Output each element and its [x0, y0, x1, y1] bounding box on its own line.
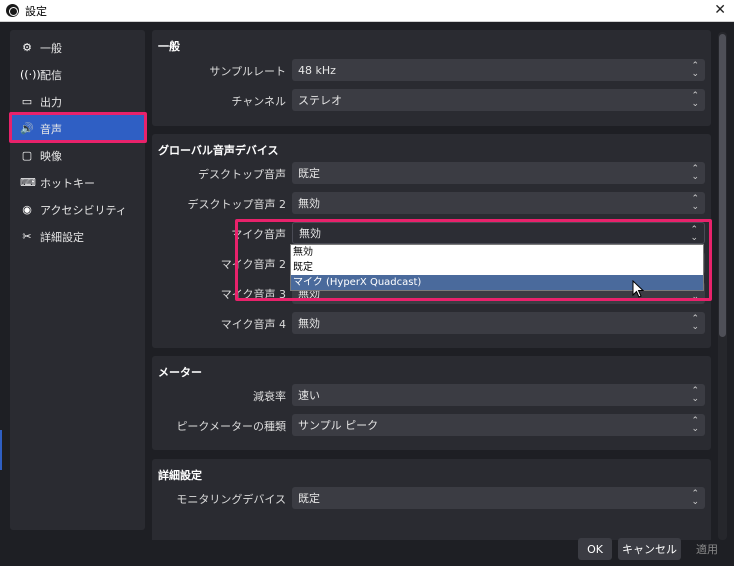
broadcast-icon: ((·)) — [20, 68, 41, 81]
sidebar-item-video[interactable]: ▢ 映像 — [10, 142, 145, 169]
monitoring-device-row: モニタリングデバイス 既定 ⌃ ⌄ — [152, 487, 711, 509]
desktop-audio-row: デスクトップ音声 既定 ⌃ ⌄ — [152, 162, 711, 184]
updown-arrow-icon: ⌃⌄ — [691, 164, 699, 182]
sidebar-item-label: 映像 — [40, 149, 62, 163]
mic-audio-4-row: マイク音声 4 無効 ⌃ ⌄ — [152, 312, 711, 334]
updown-arrow-icon: ⌃⌄ — [691, 416, 699, 434]
updown-arrow-icon: ⌃⌄ — [691, 194, 699, 212]
field-label: デスクトップ音声 — [198, 168, 286, 181]
desktop-audio-2-row: デスクトップ音声 2 無効 ⌃ ⌄ — [152, 192, 711, 214]
select-value: 48 kHz — [298, 63, 336, 77]
sample-rate-row: サンプルレート 48 kHz ⌃ ⌄ — [152, 59, 711, 81]
sidebar-item-label: 音声 — [40, 122, 62, 136]
content-scrollbar[interactable] — [718, 32, 727, 540]
ok-button[interactable]: OK — [578, 538, 612, 560]
decay-rate-row: 減衰率 速い ⌃ ⌄ — [152, 384, 711, 406]
mouse-cursor-icon — [632, 280, 644, 298]
monitor-icon: ▢ — [21, 149, 33, 162]
peak-meter-type-row: ピークメーターの種類 サンプル ピーク ⌃ ⌄ — [152, 414, 711, 436]
sidebar-item-label: 一般 — [40, 41, 62, 55]
close-icon[interactable]: ✕ — [714, 2, 726, 18]
sidebar-item-audio[interactable]: 🔊 音声 — [10, 115, 145, 142]
monitoring-device-select[interactable]: 既定 ⌃ ⌄ — [292, 487, 705, 509]
field-label: チャンネル — [231, 95, 286, 108]
sidebar-item-advanced[interactable]: ✂ 詳細設定 — [10, 223, 145, 250]
peak-meter-type-select[interactable]: サンプル ピーク ⌃ ⌄ — [292, 414, 705, 436]
field-label: モニタリングデバイス — [176, 493, 286, 506]
cancel-button[interactable]: キャンセル — [618, 538, 681, 560]
updown-arrow-icon: ⌃⌄ — [691, 489, 699, 507]
channels-row: チャンネル ステレオ ⌃ ⌄ — [152, 89, 711, 111]
select-value: サンプル ピーク — [298, 419, 379, 432]
mic-audio-select[interactable]: 無効 ⌃ ⌄ — [292, 222, 705, 244]
select-value: 既定 — [298, 167, 320, 180]
sidebar-item-label: ホットキー — [40, 176, 95, 190]
sidebar-item-output[interactable]: ▭ 出力 — [10, 88, 145, 115]
select-value: 既定 — [298, 492, 320, 505]
gear-icon: ⚙ — [22, 41, 32, 54]
updown-arrow-icon: ⌃⌄ — [691, 91, 699, 109]
select-value: 速い — [298, 389, 320, 402]
select-value: ステレオ — [298, 94, 342, 107]
group-title: グローバル音声デバイス — [158, 144, 279, 157]
group-title: 一般 — [158, 40, 180, 53]
sidebar-item-label: 詳細設定 — [40, 230, 84, 244]
desktop-audio-select[interactable]: 既定 ⌃ ⌄ — [292, 162, 705, 184]
sample-rate-select[interactable]: 48 kHz ⌃ ⌄ — [292, 59, 705, 81]
field-label: マイク音声 3 — [220, 288, 286, 301]
sidebar-item-stream[interactable]: ((·)) 配信 — [10, 61, 145, 88]
accessibility-icon: ◉ — [22, 203, 32, 216]
scrollbar-thumb[interactable] — [719, 34, 726, 337]
mic-audio-row: マイク音声 無効 ⌃ ⌄ — [152, 222, 711, 244]
channels-select[interactable]: ステレオ ⌃ ⌄ — [292, 89, 705, 111]
group-title: メーター — [158, 366, 202, 379]
sidebar-item-label: アクセシビリティ — [40, 203, 127, 217]
updown-arrow-icon: ⌃⌄ — [691, 61, 699, 79]
dropdown-option-disabled[interactable]: 無効 — [291, 245, 703, 260]
tools-icon: ✂ — [22, 230, 32, 243]
window-edge-accent — [0, 430, 2, 470]
obs-logo-icon — [6, 4, 19, 17]
updown-arrow-icon: ⌃⌄ — [691, 386, 699, 404]
field-label: マイク音声 4 — [220, 318, 286, 331]
apply-button[interactable]: 適用 — [687, 538, 727, 560]
field-label: マイク音声 — [231, 228, 286, 241]
field-label: 減衰率 — [253, 390, 286, 403]
field-label: デスクトップ音声 2 — [187, 198, 287, 211]
select-value: 無効 — [298, 317, 320, 330]
dropdown-option-default[interactable]: 既定 — [291, 260, 703, 275]
decay-rate-select[interactable]: 速い ⌃ ⌄ — [292, 384, 705, 406]
advanced-group: 詳細設定 モニタリングデバイス 既定 ⌃ ⌄ — [152, 459, 711, 540]
title-bar: 設定 ✕ — [0, 0, 734, 22]
group-title: 詳細設定 — [158, 469, 202, 482]
sidebar-item-label: 配信 — [40, 68, 62, 82]
output-icon: ▭ — [21, 95, 33, 108]
mic-audio-4-select[interactable]: 無効 ⌃ ⌄ — [292, 312, 705, 334]
general-group: 一般 サンプルレート 48 kHz ⌃ ⌄ チャンネル ステレオ ⌃ ⌄ — [152, 30, 711, 126]
sidebar-item-general[interactable]: ⚙ 一般 — [10, 34, 145, 61]
sidebar-item-label: 出力 — [40, 95, 62, 109]
speaker-icon: 🔊 — [20, 122, 34, 135]
field-label: サンプルレート — [209, 65, 286, 78]
field-label: ピークメーターの種類 — [176, 420, 286, 433]
field-label: マイク音声 2 — [220, 258, 286, 271]
updown-arrow-icon: ⌃⌄ — [690, 225, 698, 243]
updown-arrow-icon: ⌃⌄ — [691, 314, 699, 332]
meters-group: メーター 減衰率 速い ⌃ ⌄ ピークメーターの種類 サンプル ピーク ⌃ ⌄ — [152, 356, 711, 450]
sidebar-item-accessibility[interactable]: ◉ アクセシビリティ — [10, 196, 145, 223]
settings-sidebar: ⚙ 一般 ((·)) 配信 ▭ 出力 🔊 音声 ▢ 映像 ⌨ ホットキー ◉ ア… — [9, 30, 147, 530]
select-value: 無効 — [299, 227, 321, 240]
keyboard-icon: ⌨ — [20, 176, 36, 189]
window-title: 設定 — [25, 4, 47, 18]
desktop-audio-2-select[interactable]: 無効 ⌃ ⌄ — [292, 192, 705, 214]
sidebar-item-hotkeys[interactable]: ⌨ ホットキー — [10, 169, 145, 196]
global-audio-group: グローバル音声デバイス デスクトップ音声 既定 ⌃ ⌄ デスクトップ音声 2 無効… — [152, 134, 711, 348]
select-value: 無効 — [298, 197, 320, 210]
